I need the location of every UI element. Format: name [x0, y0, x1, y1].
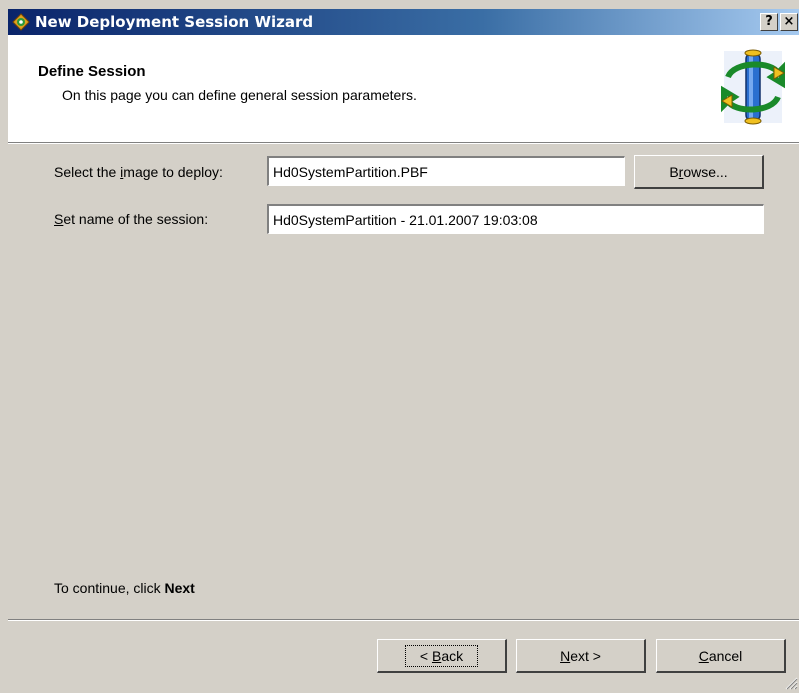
close-button[interactable]: ×: [780, 13, 798, 31]
image-label-text-rest: mage to deploy:: [123, 164, 223, 180]
next-text: ext >: [570, 647, 601, 664]
cancel-accesskey: C: [698, 647, 709, 664]
page-subtitle: On this page you can define general sess…: [62, 87, 417, 103]
deployment-graphic-icon: [720, 47, 786, 127]
resize-grip-icon[interactable]: [784, 676, 798, 690]
back-accesskey: B: [431, 647, 442, 664]
title-bar[interactable]: New Deployment Session Wizard ? ×: [8, 9, 799, 35]
session-name-field[interactable]: Hd0SystemPartition - 21.01.2007 19:03:08: [266, 203, 765, 235]
cancel-button[interactable]: Cancel: [656, 639, 786, 673]
help-button[interactable]: ?: [760, 13, 778, 31]
session-name-label: Set name of the session:: [54, 211, 208, 227]
cancel-text: ancel: [708, 647, 743, 664]
browse-button[interactable]: Br owse...: [634, 155, 764, 189]
wizard-header: Define Session On this page you can defi…: [8, 35, 799, 143]
image-label-text: Select the: [54, 164, 121, 180]
session-label-text: et name of the session:: [63, 211, 209, 227]
next-button[interactable]: Next >: [516, 639, 646, 673]
back-button[interactable]: < Back: [377, 639, 507, 673]
footer-divider: [8, 619, 799, 621]
session-label-accesskey: S: [54, 211, 64, 227]
back-button-focus: < Back: [404, 644, 479, 667]
continue-hint: To continue, click Next: [54, 580, 195, 596]
continue-text: To continue, click: [54, 580, 165, 596]
page-title: Define Session: [38, 63, 146, 80]
image-label: Select the image to deploy:: [54, 164, 223, 180]
continue-next-word: Next: [164, 580, 195, 596]
app-icon: [12, 13, 30, 31]
back-text: <: [419, 647, 432, 664]
header-divider: [8, 143, 799, 144]
browse-text: B: [669, 163, 679, 180]
back-text-rest: ack: [441, 647, 464, 664]
browse-text-rest: owse...: [683, 163, 728, 180]
next-accesskey: N: [560, 647, 571, 664]
image-field[interactable]: Hd0SystemPartition.PBF: [266, 155, 626, 187]
window-title: New Deployment Session Wizard: [35, 13, 314, 31]
